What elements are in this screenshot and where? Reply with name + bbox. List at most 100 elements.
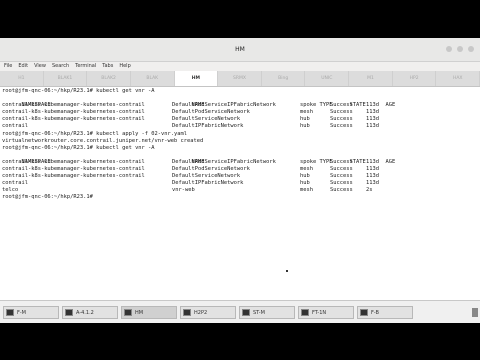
tab-blak[interactable]: BLAK [131, 71, 175, 86]
title-bar: HM [0, 38, 480, 62]
cell-name: DefaultPodServiceNetwork [172, 166, 250, 173]
cell-age: 113d [366, 109, 379, 116]
cell-age: 113d [366, 123, 379, 130]
cell-type: mesh [300, 109, 313, 116]
cell-state: Success [330, 102, 353, 109]
taskbar-item-a-412[interactable]: A-4.1.2 [62, 306, 118, 319]
cell-type: hub [300, 180, 310, 187]
tab-hm[interactable]: HM [174, 71, 219, 86]
menu-file[interactable]: File [4, 62, 12, 71]
tab-hp2[interactable]: HP2 [393, 71, 437, 86]
cell-state: Success [330, 173, 353, 180]
taskbar-item-label: HM [135, 309, 144, 316]
table-row: contrail-k8s-kubemanager-kubernetes-cont… [2, 116, 478, 123]
cell-type: mesh [300, 166, 313, 173]
cell-namespace: contrail [2, 180, 28, 187]
cell-age: 113d [366, 116, 379, 123]
cell-type: hub [300, 123, 310, 130]
tab-m1[interactable]: M1 [349, 71, 393, 86]
cell-namespace: contrail-k8s-kubemanager-kubernetes-cont… [2, 166, 145, 173]
menu-help[interactable]: Help [119, 62, 130, 71]
terminal-prompt: root@jfm-qnc-06:~/hkp/R23.1# kubectl app… [2, 130, 187, 137]
tab-unic[interactable]: UNIC [305, 71, 350, 86]
menu-view[interactable]: View [34, 62, 46, 71]
window-controls [446, 46, 474, 52]
cell-name: DefaultServiceNetwork [172, 173, 241, 180]
cell-namespace: contrail-k8s-kubemanager-kubernetes-cont… [2, 158, 145, 165]
terminal-prompt: root@jfm-qnc-06:~/hkp/R23.1# kubectl get… [2, 144, 155, 151]
taskbar-item-label: H2P2 [194, 309, 208, 316]
cell-namespace: contrail-k8s-kubemanager-kubernetes-cont… [2, 109, 145, 116]
tab-blak2[interactable]: BLAK2 [87, 71, 131, 86]
tab-blak1[interactable]: BLAK1 [44, 71, 88, 86]
show-desktop-button[interactable] [472, 308, 478, 317]
cell-type: hub [300, 173, 310, 180]
taskbar-item-hm[interactable]: HM [121, 306, 177, 319]
cell-name: DefaultIPFabricNetwork [172, 123, 244, 130]
cell-state: Success [330, 123, 353, 130]
tab-h1[interactable]: H1 [0, 71, 44, 86]
cell-age: 113d [366, 173, 379, 180]
menu-terminal[interactable]: Terminal [75, 62, 96, 71]
taskbar-item-label: ST-M [253, 309, 265, 316]
letterbox-top [0, 0, 480, 38]
cell-namespace: contrail [2, 123, 28, 130]
terminal-icon [65, 309, 73, 316]
mouse-cursor [286, 270, 288, 272]
terminal-icon [360, 309, 368, 316]
cell-name: DefaultServiceNetwork [172, 116, 241, 123]
taskbar-item-label: F-M [17, 309, 26, 316]
cell-namespace: telco [2, 187, 19, 194]
taskbar-item-label: FT-1N [312, 309, 327, 316]
taskbar-item-label: F-B [371, 309, 379, 316]
menu-tabs[interactable]: Tabs [102, 62, 113, 71]
tab-srmx[interactable]: SRMX [218, 71, 262, 86]
cell-type: spoke [300, 102, 317, 109]
table-row: contrail DefaultIPFabricNetwork hub Success… [2, 123, 478, 130]
cell-type: spoke [300, 158, 317, 165]
menu-edit[interactable]: Edit [18, 62, 28, 71]
table-header: NAMESPACE NAME TYPE STATE AGE [2, 152, 478, 165]
cell-namespace: contrail-k8s-kubemanager-kubernetes-cont… [2, 102, 145, 109]
taskbar-item-st-m[interactable]: ST-M [239, 306, 295, 319]
cell-type: hub [300, 116, 310, 123]
terminal-icon [242, 309, 250, 316]
terminal-output-line: virtualnetworkrouter.core.contrail.junip… [2, 137, 204, 144]
maximize-button[interactable] [457, 46, 463, 52]
taskbar-item-ft-1n[interactable]: FT-1N [298, 306, 354, 319]
cell-name: vnr-web [172, 187, 195, 194]
cell-age: 113d [366, 158, 379, 165]
cell-name: DefaultPodServiceIPFabricNetwork [172, 158, 276, 165]
cell-state: Success [330, 187, 353, 194]
cell-state: Success [330, 109, 353, 116]
cell-state: Success [330, 158, 353, 165]
table-row: telco vnr-web mesh Success 2s [2, 187, 478, 194]
menu-search[interactable]: Search [52, 62, 69, 71]
tab-bing[interactable]: Bing [262, 71, 306, 86]
cell-state: Success [330, 166, 353, 173]
close-button[interactable] [468, 46, 474, 52]
taskbar-item-f-m[interactable]: F-M [3, 306, 59, 319]
letterbox-bottom [0, 323, 480, 360]
minimize-button[interactable] [446, 46, 452, 52]
cell-state: Success [330, 180, 353, 187]
terminal-icon [6, 309, 14, 316]
tab-hax[interactable]: HAX [436, 71, 480, 86]
taskbar-item-f-b[interactable]: F-B [357, 306, 413, 319]
cell-name: DefaultIPFabricNetwork [172, 180, 244, 187]
cell-name: DefaultPodServiceNetwork [172, 109, 250, 116]
terminal-output[interactable]: root@jfm-qnc-06:~/hkp/R23.1# kubectl get… [2, 88, 478, 298]
terminal-icon [183, 309, 191, 316]
table-header: NAMESPACE NAME TYPE STATE AGE [2, 95, 478, 108]
cell-age: 113d [366, 180, 379, 187]
cell-age: 113d [366, 166, 379, 173]
taskbar-item-label: A-4.1.2 [76, 309, 94, 316]
terminal-window: HM File Edit View Search Terminal Tabs H… [0, 38, 480, 324]
cell-state: Success [330, 116, 353, 123]
terminal-icon [124, 309, 132, 316]
table-row: contrail-k8s-kubemanager-kubernetes-cont… [2, 166, 478, 173]
menu-bar: File Edit View Search Terminal Tabs Help [0, 62, 480, 71]
cell-age: 113d [366, 102, 379, 109]
terminal-prompt: root@jfm-qnc-06:~/hkp/R23.1# kubectl get… [2, 88, 155, 94]
taskbar-item-h2p2[interactable]: H2P2 [180, 306, 236, 319]
